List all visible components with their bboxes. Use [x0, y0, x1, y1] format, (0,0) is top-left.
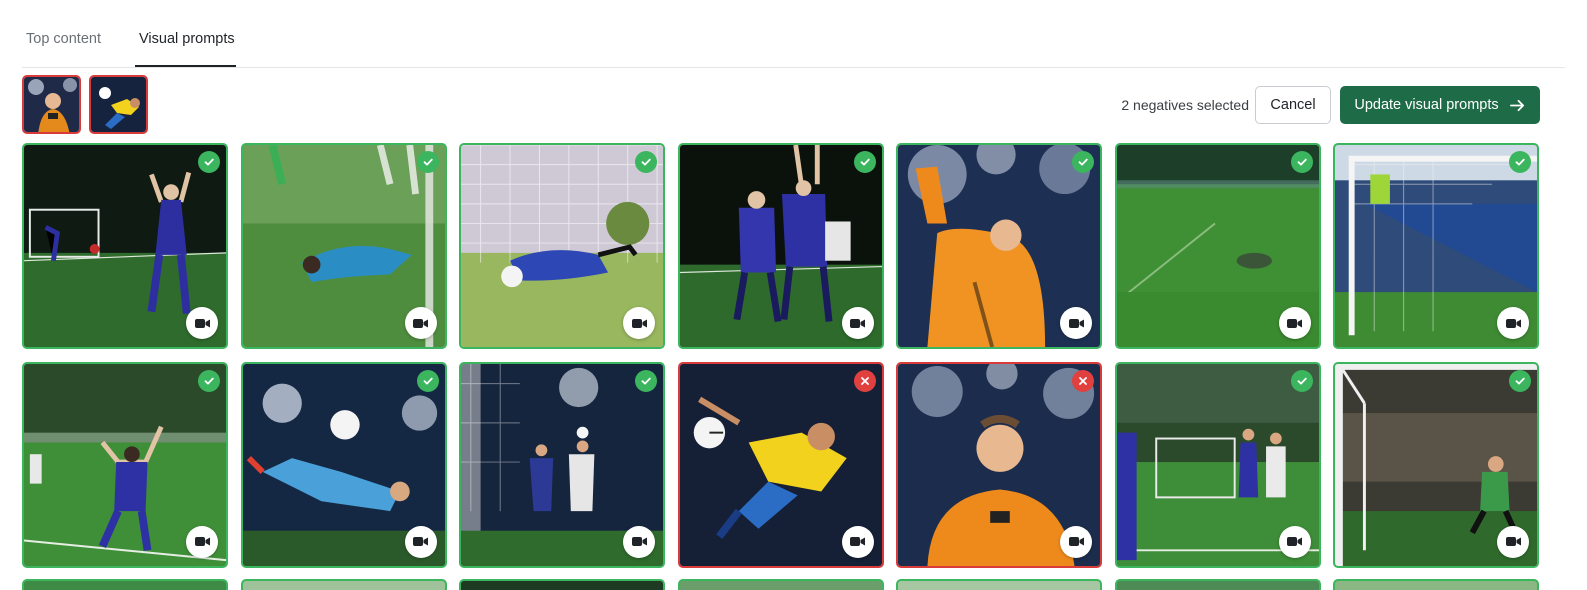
- grid-card-bicycle-kick-blue[interactable]: [240, 361, 447, 568]
- video-camera-icon[interactable]: [841, 525, 874, 558]
- grid-next-row: [22, 579, 1540, 590]
- video-camera-icon[interactable]: [1497, 307, 1529, 339]
- negative-thumb-bicycle-kick[interactable]: [89, 75, 148, 134]
- grid-card-blurred-grass[interactable]: [1114, 143, 1321, 349]
- check-icon[interactable]: [1509, 151, 1531, 173]
- grid-card-teammates-clapping[interactable]: [1114, 361, 1321, 568]
- grid-card-stadium-header[interactable]: [459, 361, 665, 568]
- check-icon[interactable]: [198, 151, 220, 173]
- video-camera-icon[interactable]: [1278, 307, 1311, 339]
- tab-visual-prompts[interactable]: Visual prompts: [139, 31, 235, 47]
- video-camera-icon[interactable]: [1497, 525, 1529, 558]
- update-visual-prompts-button[interactable]: Update visual prompts: [1340, 86, 1540, 124]
- video-camera-icon[interactable]: [186, 307, 218, 339]
- negatives-selected-count: 2 negatives selected: [1121, 97, 1249, 113]
- grid-card-two-players-celebrate[interactable]: [677, 143, 884, 349]
- check-icon[interactable]: [198, 369, 220, 392]
- video-camera-icon[interactable]: [186, 525, 218, 558]
- grid-card-partial[interactable]: [459, 579, 665, 590]
- check-icon[interactable]: [1509, 369, 1531, 392]
- video-camera-icon[interactable]: [1060, 525, 1092, 558]
- grid-card-keeper-orange-pointing[interactable]: [896, 143, 1102, 349]
- video-camera-icon[interactable]: [1278, 525, 1311, 558]
- video-camera-icon[interactable]: [623, 307, 655, 339]
- grid-card-partial[interactable]: [1114, 579, 1321, 590]
- grid-card-goal-post-stadium[interactable]: [1333, 143, 1539, 349]
- check-icon[interactable]: [1290, 151, 1313, 173]
- arrow-right-icon: [1509, 99, 1524, 111]
- tab-top-content[interactable]: Top content: [26, 31, 101, 47]
- grid-card-keeper-orange-closeup[interactable]: [896, 361, 1102, 568]
- video-camera-icon[interactable]: [841, 307, 874, 339]
- video-camera-icon[interactable]: [1060, 307, 1092, 339]
- x-icon[interactable]: [853, 369, 876, 392]
- check-icon[interactable]: [416, 151, 439, 173]
- update-button-label: Update visual prompts: [1354, 97, 1499, 113]
- grid-card-partial[interactable]: [1333, 579, 1539, 590]
- grid-card-partial[interactable]: [22, 579, 228, 590]
- grid-card-keeper-save-ground[interactable]: [459, 143, 665, 349]
- grid-card-blurred-dive[interactable]: [240, 143, 447, 349]
- grid-card-partial[interactable]: [240, 579, 447, 590]
- check-icon[interactable]: [635, 151, 657, 173]
- grid-card-keeper-goal-crowd[interactable]: [1333, 361, 1539, 568]
- grid-card-night-celebration[interactable]: [22, 143, 228, 349]
- check-icon[interactable]: [853, 151, 876, 173]
- tab-bar: Top content Visual prompts: [22, 0, 1565, 68]
- check-icon[interactable]: [416, 369, 439, 392]
- check-icon[interactable]: [635, 369, 657, 392]
- check-icon[interactable]: [1072, 151, 1094, 173]
- x-icon[interactable]: [1072, 369, 1094, 392]
- grid-card-partial[interactable]: [896, 579, 1102, 590]
- check-icon[interactable]: [1290, 369, 1313, 392]
- grid-card-partial[interactable]: [677, 579, 884, 590]
- cancel-button[interactable]: Cancel: [1255, 86, 1331, 124]
- active-tab-indicator: [135, 65, 236, 67]
- grid-card-bicycle-kick-yellow[interactable]: [677, 361, 884, 568]
- negative-thumb-goalkeeper[interactable]: [22, 75, 81, 134]
- video-camera-icon[interactable]: [404, 307, 437, 339]
- grid-card-player-arms-up[interactable]: [22, 361, 228, 568]
- video-camera-icon[interactable]: [623, 525, 655, 558]
- video-camera-icon[interactable]: [404, 525, 437, 558]
